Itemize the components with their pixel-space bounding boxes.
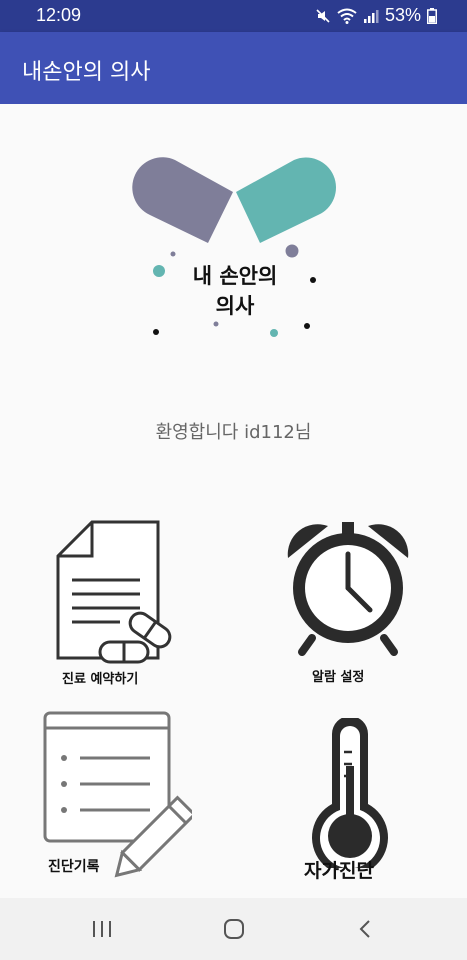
records-button[interactable]: 진단기록	[42, 710, 192, 890]
home-button[interactable]	[214, 914, 254, 944]
welcome-message: 환영합니다 id112님	[155, 422, 312, 443]
thermometer-icon	[312, 718, 388, 868]
app-logo: 내 손안의 의사	[120, 150, 350, 350]
self-check-button[interactable]: 자가진단	[290, 718, 410, 888]
home-icon	[224, 919, 244, 939]
reservation-label: 진료 예약하기	[62, 672, 139, 687]
records-label: 진단기록	[48, 859, 100, 875]
alarm-label: 알람 설정	[312, 670, 365, 685]
self-check-label: 자가진단	[304, 860, 374, 882]
system-nav-bar	[0, 898, 467, 960]
mute-icon	[316, 8, 330, 23]
battery-percent: 53%	[384, 5, 421, 25]
logo-text-line1: 내 손안의	[192, 264, 278, 288]
signal-icon	[363, 9, 379, 23]
alarm-clock-icon	[287, 522, 409, 656]
back-button[interactable]	[345, 914, 385, 944]
document-pills-icon	[56, 520, 172, 664]
status-bar: 12:09 53%	[0, 0, 467, 32]
recent-apps-icon	[93, 921, 111, 937]
back-icon	[359, 920, 370, 938]
app-bar: 내손안의 의사	[0, 32, 467, 104]
battery-icon	[427, 7, 437, 24]
alarm-button[interactable]: 알람 설정	[282, 518, 422, 688]
recent-apps-button[interactable]	[82, 914, 122, 944]
main-content: 내 손안의 의사 환영합니다 id112님 진료 예약하기 알람 설정 진단기록…	[0, 104, 467, 898]
capsule-logo-icon	[132, 157, 336, 337]
wifi-icon	[337, 8, 357, 24]
reservation-button[interactable]: 진료 예약하기	[50, 518, 190, 688]
app-title: 내손안의 의사	[22, 60, 151, 85]
logo-text-line2: 의사	[215, 294, 255, 318]
status-time: 12:09	[36, 5, 82, 25]
status-icons: 53%	[315, 5, 437, 26]
